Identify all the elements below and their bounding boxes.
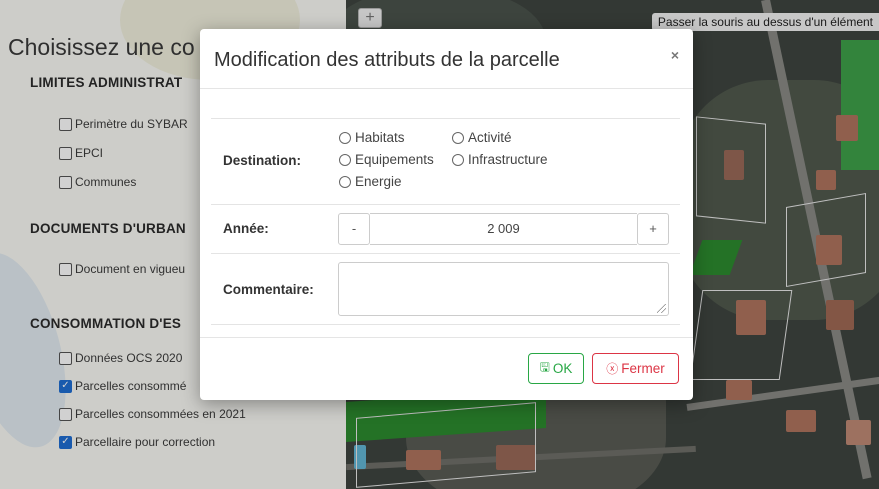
radio-infrastructure[interactable]: Infrastructure	[452, 152, 548, 167]
destination-row: Destination: Habitats Activité Equipemen…	[211, 118, 680, 204]
radio-label: Activité	[468, 130, 512, 145]
increment-button[interactable]: +	[637, 213, 669, 245]
destination-label: Destination:	[223, 153, 302, 168]
close-icon[interactable]: ×	[671, 47, 679, 63]
radio-circle-icon	[339, 131, 351, 144]
modal-header: Modification des attributs de la parcell…	[200, 29, 693, 89]
commentaire-label: Commentaire:	[223, 282, 314, 297]
ok-button[interactable]: 🖫 OK	[528, 353, 584, 384]
annee-label: Année:	[223, 221, 269, 236]
annee-stepper: - 2 009 +	[338, 213, 669, 245]
radio-activite[interactable]: Activité	[452, 130, 512, 145]
radio-circle-icon	[452, 153, 464, 166]
parcel-attributes-dialog: Modification des attributs de la parcell…	[200, 29, 693, 400]
radio-equipements[interactable]: Equipements	[339, 152, 434, 167]
save-icon: 🖫	[539, 360, 550, 374]
close-button[interactable]: ⓧ Fermer	[592, 353, 679, 384]
commentaire-textarea[interactable]	[338, 262, 669, 316]
decrement-button[interactable]: -	[338, 213, 370, 245]
close-circle-icon: ⓧ	[606, 362, 619, 376]
radio-circle-icon	[339, 175, 351, 188]
radio-habitats[interactable]: Habitats	[339, 130, 405, 145]
annee-input[interactable]: 2 009	[370, 213, 637, 245]
annee-row: Année: - 2 009 +	[211, 204, 680, 253]
commentaire-row: Commentaire:	[211, 253, 680, 325]
radio-circle-icon	[339, 153, 351, 166]
ok-button-label: OK	[552, 361, 573, 376]
radio-label: Energie	[355, 174, 402, 189]
radio-energie[interactable]: Energie	[339, 174, 402, 189]
modal-title: Modification des attributs de la parcell…	[214, 49, 560, 71]
resize-handle-icon[interactable]	[657, 304, 666, 313]
modal-footer: 🖫 OK ⓧ Fermer	[200, 337, 693, 400]
radio-circle-icon	[452, 131, 464, 144]
radio-label: Equipements	[355, 152, 434, 167]
radio-label: Infrastructure	[468, 152, 548, 167]
close-button-label: Fermer	[621, 361, 665, 376]
radio-label: Habitats	[355, 130, 405, 145]
